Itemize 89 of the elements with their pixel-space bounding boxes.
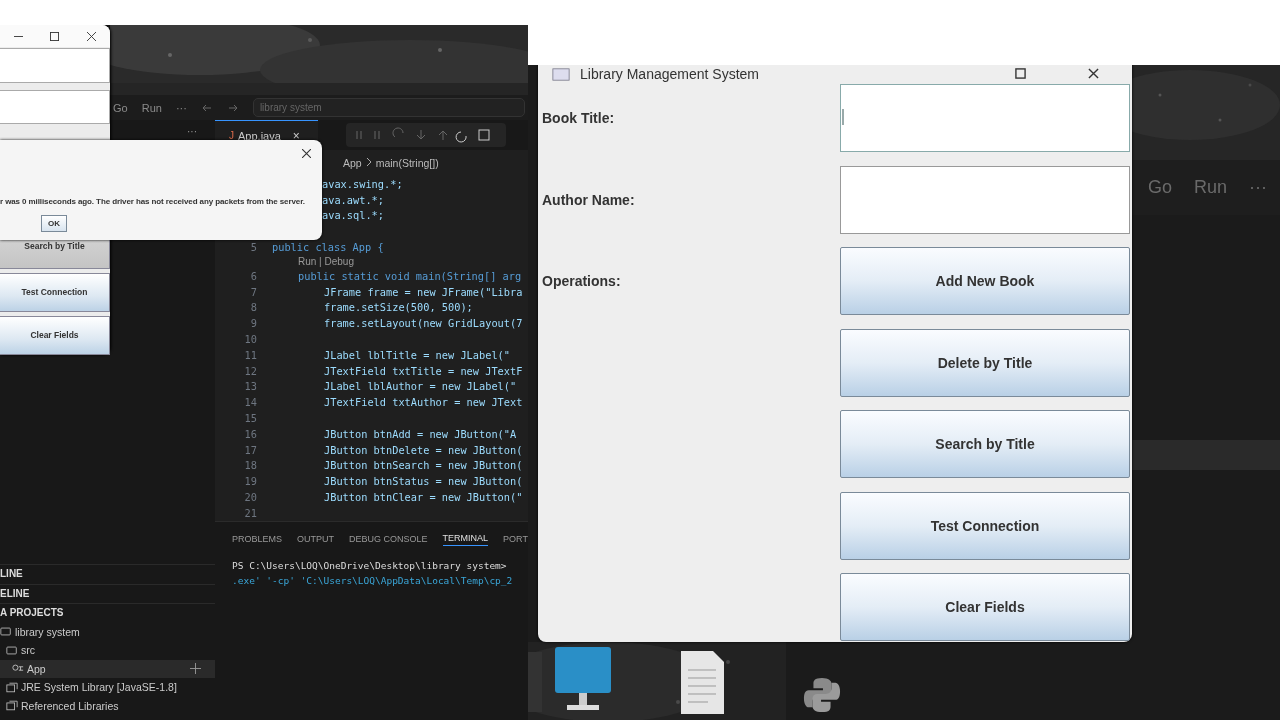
maximize-icon[interactable] (1015, 68, 1026, 79)
line-number: 12 (244, 364, 257, 377)
line-number: 15 (244, 412, 257, 425)
code-line: JLabel lblAuthor = new JLabel(" (324, 380, 517, 393)
document-icon[interactable] (680, 650, 725, 715)
close-icon[interactable] (302, 149, 311, 158)
ok-button[interactable]: OK (41, 215, 67, 232)
line-number: 16 (244, 427, 257, 440)
text-field[interactable] (840, 165, 1130, 234)
code-line: JTextField txtTitle = new JTextF (324, 364, 523, 377)
code-line: ava.awt.*; (322, 193, 384, 206)
tree-item[interactable]: App (0, 659, 215, 678)
code-line: avax.swing.*; (322, 177, 403, 190)
action-button[interactable]: Search by Title (840, 410, 1130, 478)
line-number: 9 (250, 317, 257, 330)
more-button[interactable]: ··· (187, 126, 197, 137)
line-number: 20 (244, 491, 257, 504)
terminal-line: PS C:\Users\LOQ\OneDrive\Desktop\library system> (231, 558, 508, 573)
panel-tab[interactable]: OUTPUT (297, 533, 334, 546)
code-line: frame.setSize(500, 500); (324, 301, 473, 314)
logo-icon[interactable] (803, 675, 841, 715)
section-header[interactable]: LINE (0, 564, 215, 584)
line-number: 17 (244, 443, 257, 456)
maximize-icon[interactable] (50, 31, 60, 41)
chevron-icon (365, 157, 372, 169)
action-button[interactable]: Test Connection (0, 273, 110, 312)
folder-icon (6, 644, 18, 656)
field-label: Author Name: (541, 191, 636, 208)
close-icon[interactable]: × (292, 128, 300, 143)
action-button[interactable]: Clear Fields (0, 316, 110, 355)
line-number: 10 (244, 333, 257, 346)
line-number: 7 (250, 285, 257, 298)
library-icon (6, 700, 18, 712)
tree-item[interactable]: JRE System Library [JavaSE-1.8] (0, 678, 215, 697)
field-label: Book Title: (541, 110, 616, 126)
line-number: 5 (250, 241, 257, 254)
code-line: JButton btnStatus = new JButton( (324, 475, 523, 488)
text-field[interactable] (0, 89, 110, 124)
action-button[interactable]: Delete by Title (840, 328, 1130, 397)
line-number: 21 (244, 506, 257, 519)
code-line: JButton btnSearch = new JButton( (324, 459, 523, 472)
code-line: JButton btnDelete = new JButton( (324, 443, 523, 456)
panel-tab[interactable]: DEBUG CONSOLE (349, 533, 428, 546)
line-number: 18 (244, 459, 257, 472)
java-file-icon: J (229, 130, 234, 141)
action-button[interactable]: Test Connection (840, 491, 1130, 560)
action-button[interactable]: Add New Book (840, 247, 1130, 315)
line-number: 11 (244, 348, 257, 361)
code-line: JLabel lblTitle = new JLabel(" (324, 348, 510, 361)
error-message: r was 0 milliseconds ago. The driver has not received any packets from the server. (0, 197, 305, 206)
code-line: JTextField txtAuthor = new JText (324, 396, 523, 409)
code-line: ava.sql.*; (322, 209, 384, 222)
close-icon[interactable] (1088, 68, 1099, 79)
panel-tab[interactable]: PROBLEMS (232, 533, 282, 546)
tree-item[interactable]: src (0, 641, 215, 660)
folder-icon (0, 626, 12, 638)
tree-item[interactable]: library system (0, 622, 215, 641)
close-icon[interactable] (87, 31, 97, 41)
menu-item[interactable]: Go (113, 101, 128, 114)
tree-item[interactable]: Referenced Libraries (0, 696, 215, 715)
library-icon (6, 681, 18, 693)
section-header[interactable]: ELINE (0, 583, 215, 603)
menu-item[interactable]: ··· (175, 101, 187, 114)
text-field[interactable] (0, 48, 110, 83)
panel-tab[interactable]: PORT (503, 533, 528, 546)
line-number: 6 (250, 269, 257, 282)
app-icon (552, 68, 570, 81)
code-line: JButton btnAdd = new JButton("A (324, 427, 517, 440)
code-line: frame.setLayout(new GridLayout(7 (324, 317, 523, 330)
text-field[interactable] (840, 84, 1130, 152)
line-number: 19 (244, 475, 257, 488)
code-line: JFrame frame = new JFrame("Libra (324, 285, 523, 298)
menu-item[interactable]: Run (141, 101, 162, 114)
terminal-line: .exe' '-cp' 'C:\Users\LOQ\AppData\Local\Temp\cp_2 (231, 573, 514, 588)
action-button[interactable]: Clear Fields (840, 573, 1130, 641)
code-line: public static void main(String[] arg (298, 269, 522, 282)
code-line: public class App { (272, 241, 384, 254)
line-number: 13 (244, 380, 257, 393)
breadcrumb-item[interactable]: main(String[]) (375, 157, 439, 169)
breadcrumb-item[interactable]: App (343, 157, 362, 169)
code-line: JButton btnClear = new JButton(" (324, 491, 523, 504)
line-number: 8 (250, 301, 257, 314)
code-lens[interactable]: Run | Debug (298, 256, 354, 267)
line-number: 14 (244, 396, 257, 409)
window-title: Library Management System (580, 66, 759, 83)
section-header[interactable]: A PROJECTS (0, 603, 215, 623)
field-label: Operations: (541, 273, 622, 289)
panel-tab[interactable]: TERMINAL (442, 533, 489, 547)
plus-icon[interactable] (190, 663, 201, 675)
